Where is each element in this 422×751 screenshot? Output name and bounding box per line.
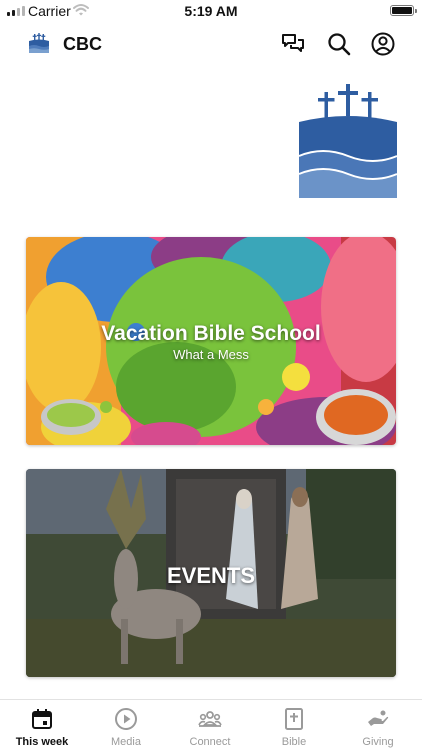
nav-bar: CBC	[0, 22, 422, 66]
tab-giving[interactable]: Giving	[336, 700, 420, 751]
calendar-icon	[32, 709, 52, 729]
tab-this-week[interactable]: This week	[0, 700, 84, 751]
tab-label: Connect	[189, 736, 231, 748]
vbs-card-title: Vacation Bible School	[101, 322, 321, 345]
battery-icon	[390, 5, 417, 16]
app-title: CBC	[63, 34, 102, 54]
bible-icon	[285, 708, 303, 730]
vbs-card-subtitle: What a Mess	[173, 347, 249, 362]
giving-icon	[368, 710, 389, 726]
vbs-card[interactable]: Vacation Bible School What a Mess	[26, 237, 396, 445]
events-card-title: EVENTS	[166, 563, 256, 588]
church-logo	[298, 84, 398, 198]
status-time: 5:19 AM	[184, 3, 238, 19]
tab-label: Bible	[281, 736, 307, 748]
chat-icon[interactable]	[280, 31, 306, 57]
tab-media[interactable]: Media	[84, 700, 168, 751]
account-icon[interactable]	[370, 31, 396, 57]
status-bar: Carrier 5:19 AM	[0, 0, 422, 22]
tab-bible[interactable]: Bible	[252, 700, 336, 751]
church-logo-icon	[29, 33, 49, 53]
tab-bar: This week Media Connect Bible Giving	[0, 699, 422, 750]
tab-label: This week	[15, 736, 69, 748]
tab-label: Media	[111, 736, 141, 748]
tab-connect[interactable]: Connect	[168, 700, 252, 751]
events-card[interactable]: EVENTS	[26, 469, 396, 677]
tab-label: Giving	[362, 736, 394, 748]
search-icon[interactable]	[326, 31, 352, 57]
people-icon	[198, 711, 222, 727]
play-icon	[115, 708, 137, 730]
